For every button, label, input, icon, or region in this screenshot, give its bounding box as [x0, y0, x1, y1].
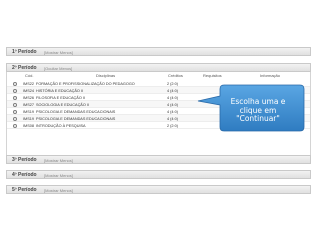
col-header-info: Informação	[260, 73, 281, 78]
row-code: IMS24	[23, 88, 34, 93]
row-credits: 2 (2:0)	[167, 81, 178, 86]
row-discipline: HISTÓRIA E EDUCAÇÃO II	[36, 88, 84, 93]
period-3-title: 3º Período	[12, 157, 37, 163]
row-credits: 4 (4:0)	[167, 116, 178, 121]
period-3-toggle[interactable]: [Mostrar Menos]	[44, 158, 73, 163]
col-header-code: Cód.	[25, 73, 34, 78]
row-radio[interactable]	[13, 109, 17, 114]
row-credits: 4 (4:0)	[167, 88, 178, 93]
period-5-toggle[interactable]: [Mostrar Menos]	[44, 188, 73, 193]
period-4-toggle[interactable]: [Mostrar Menos]	[44, 173, 73, 178]
row-credits: 4 (4:0)	[167, 109, 178, 114]
period-5-header[interactable]: 5º Período [Mostrar Menos]	[6, 185, 311, 194]
row-radio[interactable]	[13, 116, 17, 121]
period-1-toggle[interactable]: [Mostrar Menos]	[44, 50, 73, 55]
period-2-header[interactable]: 2º Período [Ocultar Menos]	[6, 63, 311, 72]
row-discipline: FORMAÇÃO E PROFISSIONALIZAÇÃO DO PEDAGOG…	[36, 81, 135, 86]
col-header-discipline: Disciplinas	[96, 73, 116, 78]
instruction-callout: Escolha uma e clique em "Continuar"	[196, 83, 306, 133]
row-radio[interactable]	[13, 95, 17, 100]
row-credits: 4 (4:0)	[167, 102, 178, 107]
period-5-title: 5º Período	[12, 187, 37, 193]
period-2-toggle[interactable]: [Ocultar Menos]	[44, 66, 72, 71]
row-code: IMS19	[23, 116, 34, 121]
row-radio[interactable]	[13, 81, 17, 86]
period-1-title: 1º Período	[12, 49, 37, 55]
row-discipline: PSICOLOGIA E DEMANDAS EDUCACIONAIS	[36, 109, 116, 114]
row-credits: 4 (4:0)	[167, 95, 178, 100]
row-discipline: SOCIOLOGIA E EDUCAÇÃO II	[36, 102, 89, 107]
row-code: IMS26	[23, 95, 34, 100]
col-header-prereq: Requisitos	[203, 73, 222, 78]
row-radio[interactable]	[13, 123, 17, 128]
col-header-credits: Créditos	[168, 73, 183, 78]
row-code: IMS27	[23, 102, 34, 107]
row-discipline: PSICOLOGIA E DEMANDAS EDUCACIONAIS	[36, 116, 116, 121]
callout-text: Escolha uma e clique em "Continuar"	[220, 97, 296, 124]
period-1-header[interactable]: 1º Período [Mostrar Menos]	[6, 47, 311, 56]
row-radio[interactable]	[13, 88, 17, 93]
period-3-header[interactable]: 3º Período [Mostrar Menos]	[6, 155, 311, 164]
period-4-header[interactable]: 4º Período [Mostrar Menos]	[6, 170, 311, 179]
row-code: IMS08	[23, 123, 34, 128]
callout-line-3: "Continuar"	[236, 114, 280, 124]
row-code: IMS22	[23, 81, 34, 86]
row-radio[interactable]	[13, 102, 17, 107]
row-discipline: INTRODUÇÃO À PESQUISA	[36, 123, 86, 128]
period-2-title: 2º Período	[12, 65, 37, 71]
row-code: IMS19	[23, 109, 34, 114]
row-discipline: FILOSOFIA E EDUCAÇÃO II	[36, 95, 85, 100]
period-4-title: 4º Período	[12, 172, 37, 178]
row-credits: 2 (2:0)	[167, 123, 178, 128]
